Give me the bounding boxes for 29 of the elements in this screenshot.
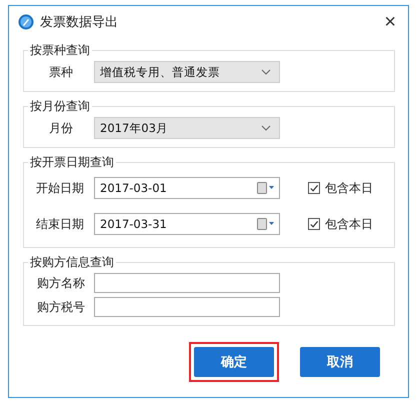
checkbox-label: 包含本日 (325, 216, 373, 232)
checkbox[interactable] (308, 182, 320, 194)
group-title: 按购方信息查询 (29, 254, 115, 271)
input-field[interactable] (94, 273, 280, 293)
dropdown-field[interactable]: 增值税专用、普通发票 (94, 61, 280, 83)
field-label: 结束日期 (36, 216, 85, 232)
date-field[interactable]: 2017-03-31 (94, 213, 280, 235)
field-label: 票种 (48, 64, 74, 80)
field-label: 开始日期 (36, 180, 85, 196)
input-field[interactable] (94, 297, 280, 317)
chevron-down-icon (261, 125, 271, 131)
chevron-down-icon (261, 69, 271, 75)
group-title: 按月份查询 (29, 98, 91, 115)
checkbox[interactable] (308, 218, 320, 230)
dialog-button[interactable]: 确定 (194, 347, 274, 377)
close-button[interactable]: × (378, 12, 402, 32)
calendar-dropdown-icon (257, 218, 275, 230)
calendar-dropdown-icon (257, 182, 275, 194)
dropdown-field[interactable]: 2017年03月 (94, 117, 280, 139)
field-label: 购方名称 (36, 274, 86, 292)
date-field[interactable]: 2017-03-01 (94, 177, 280, 199)
field-label: 月份 (48, 120, 74, 136)
group-title: 按开票日期查询 (29, 154, 115, 171)
checkbox-label: 包含本日 (325, 180, 373, 196)
window-title: 发票数据导出 (40, 14, 119, 31)
group-title: 按票种查询 (29, 42, 91, 59)
field-label: 购方税号 (36, 298, 86, 316)
dialog-button[interactable]: 取消 (300, 347, 380, 377)
app-icon (18, 14, 34, 30)
